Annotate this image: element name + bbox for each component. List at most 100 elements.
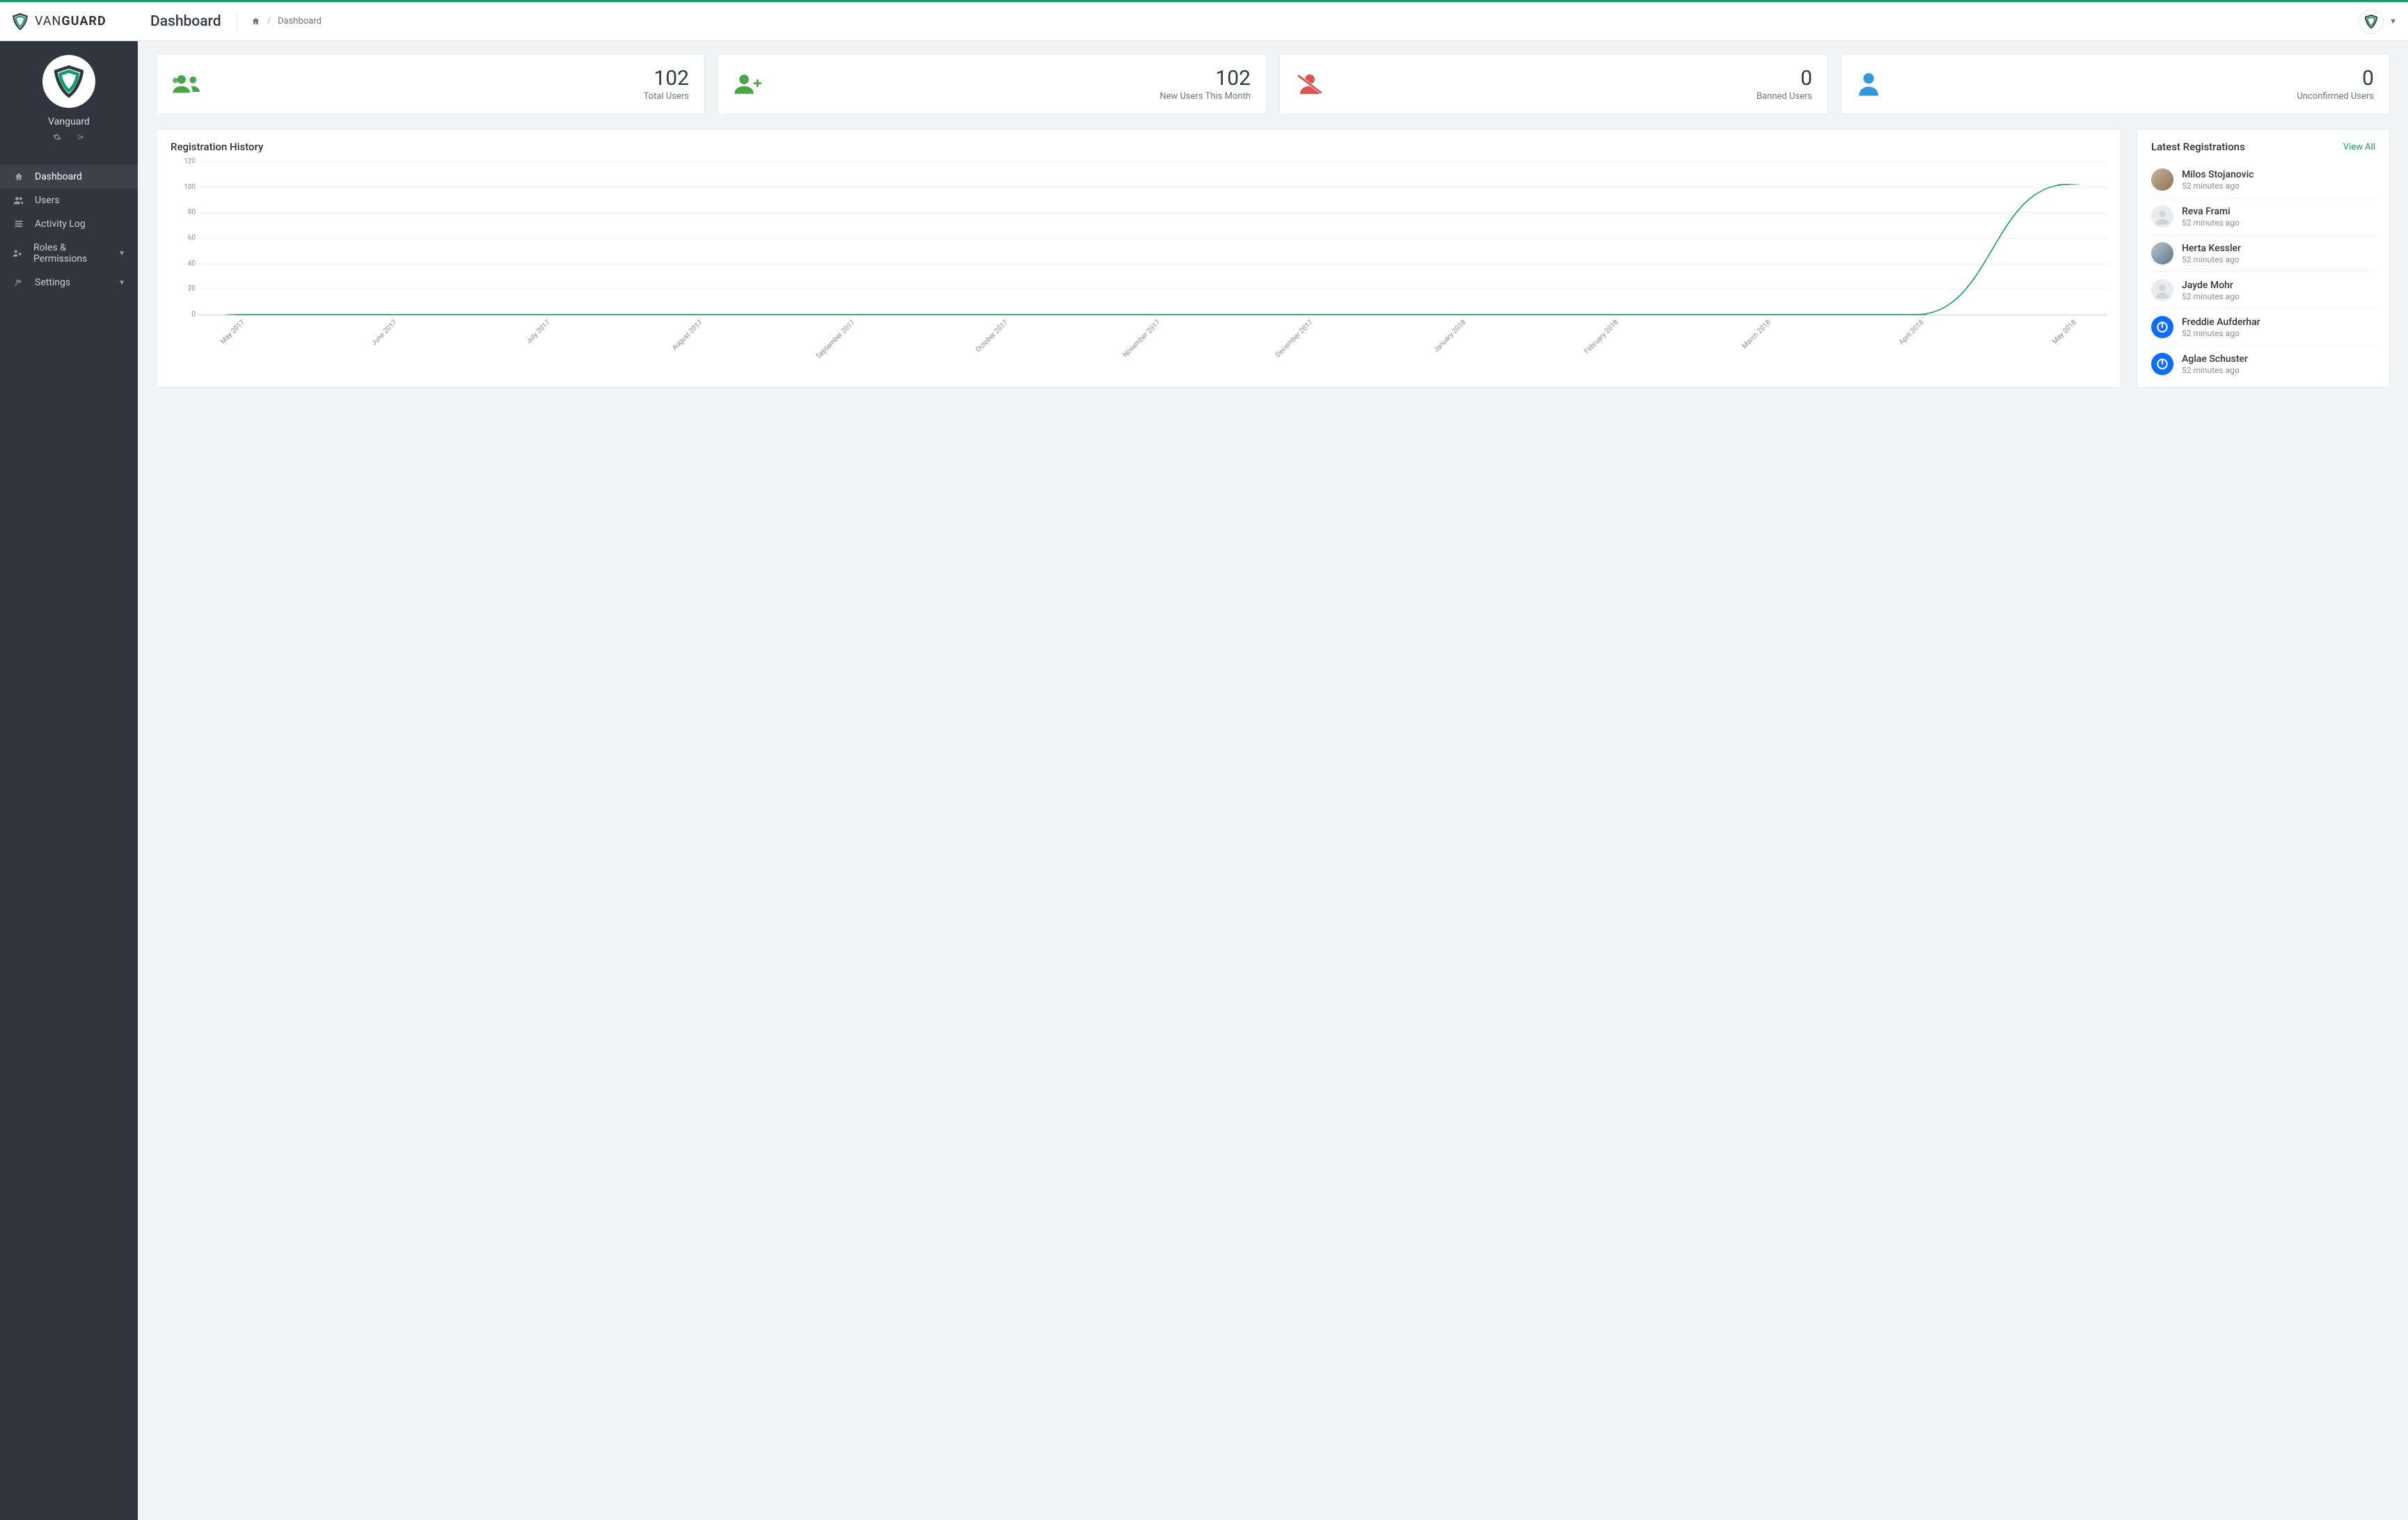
- y-tick: 0: [191, 311, 196, 319]
- sidebar-profile: Vanguard: [0, 55, 138, 154]
- y-tick: 20: [188, 285, 196, 293]
- x-tick: June 2017: [370, 319, 399, 347]
- y-tick: 40: [188, 260, 196, 267]
- y-tick: 100: [184, 183, 196, 191]
- registration-time: 52 minutes ago: [2182, 328, 2260, 338]
- breadcrumb-separator: /: [267, 16, 271, 26]
- stat-label: Total Users: [644, 91, 689, 102]
- x-tick: September 2017: [815, 319, 857, 361]
- latest-registrations-title: Latest Registrations: [2151, 141, 2245, 153]
- stat-card-total-users[interactable]: 102Total Users: [156, 54, 705, 115]
- x-tick: February 2018: [1583, 319, 1620, 356]
- stat-label: Unconfirmed Users: [2297, 91, 2374, 102]
- x-tick: July 2017: [525, 319, 551, 345]
- user-slash-icon: [1295, 72, 1330, 96]
- list-icon: [13, 219, 25, 229]
- sidebar-item-dashboard[interactable]: Dashboard: [0, 165, 138, 189]
- shield-icon: [11, 13, 29, 31]
- latest-registrations-list: Milos Stojanovic52 minutes agoReva Frami…: [2151, 161, 2375, 382]
- sidebar-item-roles-permissions[interactable]: Roles & Permissions ▼: [0, 236, 138, 271]
- stat-value: 102: [1159, 67, 1251, 90]
- brand-name-light: VAN: [35, 14, 61, 29]
- stat-card-banned-users[interactable]: 0Banned Users: [1279, 54, 1828, 115]
- registration-time: 52 minutes ago: [2182, 218, 2240, 228]
- x-tick: April 2018: [1898, 319, 1926, 347]
- sidebar-item-label: Activity Log: [35, 219, 86, 230]
- users-icon: [13, 196, 25, 205]
- x-tick: December 2017: [1275, 319, 1315, 359]
- sidebar-item-label: Settings: [35, 277, 70, 288]
- user-menu[interactable]: ▼: [2359, 9, 2397, 34]
- sidebar-item-settings[interactable]: Settings ▼: [0, 271, 138, 294]
- chevron-down-icon: ▼: [118, 279, 125, 287]
- page-title: Dashboard: [150, 12, 237, 31]
- registration-item[interactable]: Freddie Aufderhar52 minutes ago: [2151, 308, 2375, 345]
- users-cog-icon: [13, 248, 24, 258]
- stat-card-new-users-this-month[interactable]: 102New Users This Month: [718, 54, 1267, 115]
- registration-history-chart: 0 20 40 60 80 100 120 May 2017 June 2017 July 20…: [171, 161, 2107, 370]
- registration-time: 52 minutes ago: [2182, 181, 2253, 191]
- chevron-down-icon: ▼: [118, 250, 125, 258]
- stat-card-unconfirmed-users[interactable]: 0Unconfirmed Users: [1841, 54, 2390, 115]
- stat-value: 0: [1757, 67, 1812, 90]
- registration-name: Freddie Aufderhar: [2182, 317, 2260, 328]
- power-icon: [2151, 353, 2173, 375]
- chevron-down-icon: ▼: [2389, 17, 2397, 26]
- x-tick: October 2017: [974, 319, 1009, 354]
- avatar-placeholder-icon: [2151, 279, 2173, 301]
- registration-item[interactable]: Aglae Schuster52 minutes ago: [2151, 345, 2375, 382]
- sidebar-item-label: Roles & Permissions: [33, 242, 109, 264]
- registration-item[interactable]: Jayde Mohr52 minutes ago: [2151, 271, 2375, 308]
- x-tick: November 2017: [1122, 319, 1162, 359]
- chart-title: Registration History: [171, 141, 263, 153]
- avatar: [2151, 168, 2173, 191]
- breadcrumb-current: Dashboard: [278, 16, 322, 26]
- stat-value: 0: [2297, 67, 2374, 90]
- sidebar-item-label: Users: [35, 195, 60, 206]
- sidebar-nav: Dashboard Users Activity Log Roles & Permis…: [0, 165, 138, 294]
- registration-name: Milos Stojanovic: [2182, 169, 2253, 180]
- view-all-link[interactable]: View All: [2343, 142, 2375, 152]
- registration-history-panel: Registration History 0 20 40 60 80 100 120 May…: [156, 129, 2121, 388]
- registration-item[interactable]: Reva Frami52 minutes ago: [2151, 198, 2375, 235]
- registration-time: 52 minutes ago: [2182, 255, 2241, 264]
- users-icon: [172, 72, 207, 96]
- sidebar-item-users[interactable]: Users: [0, 189, 138, 212]
- registration-name: Aglae Schuster: [2182, 354, 2248, 365]
- registration-name: Reva Frami: [2182, 206, 2240, 217]
- x-tick: January 2018: [1432, 319, 1468, 354]
- registration-time: 52 minutes ago: [2182, 292, 2240, 301]
- home-icon[interactable]: [251, 17, 260, 26]
- home-icon: [13, 172, 25, 182]
- sidebar: Vanguard Dashboard Users Activity Log Roles…: [0, 41, 138, 1520]
- registration-name: Jayde Mohr: [2182, 280, 2240, 291]
- stat-value: 102: [644, 67, 689, 90]
- brand-logo[interactable]: VANGUARD: [11, 13, 139, 31]
- stat-label: Banned Users: [1757, 91, 1812, 102]
- cogs-icon: [13, 278, 25, 287]
- registration-item[interactable]: Herta Kessler52 minutes ago: [2151, 235, 2375, 271]
- logout-icon[interactable]: [77, 133, 86, 141]
- x-tick: March 2018: [1741, 319, 1773, 350]
- stat-cards-row: 102Total Users102New Users This Month0Ba…: [156, 54, 2390, 115]
- gear-icon[interactable]: [53, 133, 61, 141]
- registration-item[interactable]: Milos Stojanovic52 minutes ago: [2151, 161, 2375, 198]
- x-tick: May 2017: [219, 319, 246, 346]
- stat-label: New Users This Month: [1159, 91, 1251, 102]
- registration-time: 52 minutes ago: [2182, 365, 2248, 375]
- y-tick: 80: [188, 209, 196, 216]
- y-tick: 60: [188, 235, 196, 242]
- sidebar-item-label: Dashboard: [35, 171, 82, 182]
- avatar-placeholder-icon: [2151, 205, 2173, 228]
- sidebar-item-activity-log[interactable]: Activity Log: [0, 212, 138, 236]
- user-avatar: [2359, 9, 2384, 34]
- power-icon: [2151, 316, 2173, 338]
- y-tick: 120: [184, 158, 196, 166]
- avatar: [2151, 242, 2173, 264]
- registration-name: Herta Kessler: [2182, 243, 2241, 254]
- user-plus-icon: [734, 72, 768, 96]
- breadcrumb: / Dashboard: [251, 16, 322, 26]
- main-content: 102Total Users102New Users This Month0Ba…: [138, 41, 2408, 1520]
- app-header: VANGUARD Dashboard / Dashboard ▼: [0, 2, 2408, 41]
- profile-avatar[interactable]: [42, 55, 95, 108]
